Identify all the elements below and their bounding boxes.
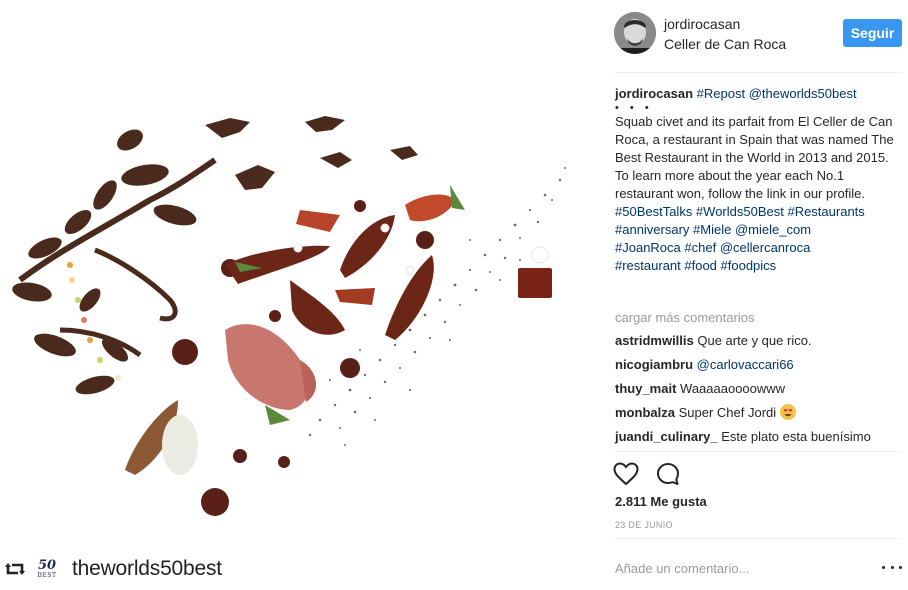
worlds50best-logo: 50 BEST [36,554,58,584]
squab-pieces [225,194,455,340]
header-divider [614,72,902,73]
comments-divider [614,451,902,452]
actions-divider [614,538,902,539]
heart-icon[interactable] [613,461,639,487]
caption-hashtags-1[interactable]: #50BestTalks #Worlds50Best #Restaurants [615,203,897,221]
chocolate-bird-shapes [205,116,418,190]
caption-text: Squab civet and its parfait from El Cell… [615,114,894,201]
post-username[interactable]: jordirocasan [664,16,740,32]
food-plating-illustration [12,116,566,516]
follow-button[interactable]: Seguir [843,19,902,47]
logo-number: 50 [37,558,57,573]
flower-crumbs [67,262,121,381]
post-header: jordirocasan Celler de Can Roca Seguir [602,0,908,70]
post-actions [613,460,697,488]
likes-count[interactable]: 2.811 Me gusta [615,494,707,509]
caption-mention-celler[interactable]: @cellercanroca [720,240,811,255]
mention-source[interactable]: @theworlds50best [749,86,857,101]
comment-item: juandi_culinary_ Este plato esta buenísi… [615,428,871,446]
repost-bar: 50 BEST theworlds50best [0,548,600,590]
parfait-roll [225,324,317,410]
post-caption: jordirocasan #Repost @theworlds50best • … [615,85,897,275]
avatar[interactable] [614,12,656,54]
comment-item: thuy_mait Waaaaaoooowww [615,380,785,398]
post-sidebar: jordirocasan Celler de Can Roca Seguir j… [602,0,908,590]
post-date: 23 DE JUNIO [615,520,673,530]
comment-text: Super Chef Jordi [678,405,777,420]
repost-icon [2,558,28,580]
comment-username[interactable]: thuy_mait [615,381,676,396]
comment-username[interactable]: nicogiambru [615,357,693,372]
comment-text: Que arte y que rico. [697,333,812,348]
comment-username[interactable]: juandi_culinary_ [615,429,718,444]
comment-icon[interactable] [655,461,681,487]
caption-dots: • • • [615,102,653,114]
post-location[interactable]: Celler de Can Roca [664,36,786,52]
logo-word: BEST [37,572,57,579]
comment-item: nicogiambru @carlovaccari66 [615,356,794,374]
comment-text[interactable]: @carlovaccari66 [697,357,794,372]
add-comment-input[interactable] [615,558,855,578]
more-options-icon[interactable] [882,560,902,574]
post-image[interactable] [0,0,600,548]
repost-account-name[interactable]: theworlds50best [72,557,222,581]
load-more-comments[interactable]: cargar más comentarios [615,310,754,325]
heart-eyes-emoji-icon [779,404,796,420]
comment-username[interactable]: astridmwillis [615,333,694,348]
white-element [162,415,198,475]
caption-hashtags-4[interactable]: #restaurant #food #foodpics [615,257,897,275]
caption-hashtags-3a[interactable]: #JoanRoca #chef [615,240,716,255]
comment-item: monbalza Super Chef Jordi [615,404,796,422]
comment-item: astridmwillis Que arte y que rico. [615,332,812,350]
caption-mention-miele[interactable]: @miele_com [735,222,811,237]
comment-text: Este plato esta buenísimo [721,429,871,444]
caption-username[interactable]: jordirocasan [615,86,693,101]
hashtag-repost[interactable]: #Repost [697,86,745,101]
comment-username[interactable]: monbalza [615,405,675,420]
caption-hashtags-2a[interactable]: #anniversary #Miele [615,222,731,237]
jelly-cube [518,268,552,298]
comment-text: Waaaaaoooowww [680,381,786,396]
